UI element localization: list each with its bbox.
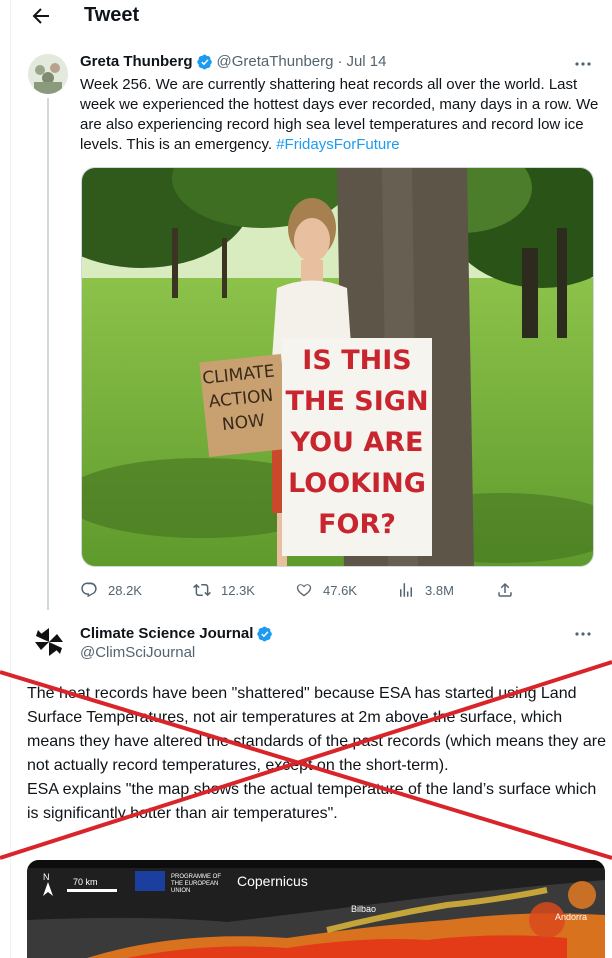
like-button[interactable]: 47.6K: [295, 580, 357, 600]
back-button[interactable]: [29, 4, 53, 28]
thread-line: [47, 98, 49, 610]
reply-button[interactable]: 28.2K: [80, 580, 142, 600]
verified-badge-icon: [257, 626, 273, 642]
sign-line: THE SIGN: [285, 386, 429, 417]
author-handle[interactable]: @ClimSciJournal: [80, 643, 195, 663]
more-options-button[interactable]: [573, 54, 593, 74]
author-name-row: Climate Science Journal: [80, 624, 277, 644]
avatar[interactable]: [31, 624, 67, 660]
small-sign-text: CLIMATE ACTION NOW: [196, 359, 285, 439]
like-count: 47.6K: [323, 582, 357, 598]
city-label-andorra: Andorra: [555, 912, 588, 922]
copernicus-logo-text: Copernicus: [237, 873, 308, 889]
views-count: 3.8M: [425, 582, 454, 598]
share-button[interactable]: [496, 580, 514, 600]
tweet-photo[interactable]: CLIMATE ACTION NOW IS THIS THE SIGN YOU …: [81, 167, 594, 567]
tweet-paragraph: The heat records have been "shattered" b…: [27, 685, 606, 774]
tweet-text: The heat records have been "shattered" b…: [27, 682, 607, 826]
reply-icon: [81, 582, 97, 598]
scale-bar: [67, 889, 117, 892]
eu-flag: [135, 871, 165, 891]
city-label-bilbao: Bilbao: [351, 904, 377, 914]
heart-icon: [296, 584, 312, 597]
views-button[interactable]: 3.8M: [397, 580, 454, 600]
reply-count: 28.2K: [108, 582, 142, 598]
more-options-button[interactable]: [573, 624, 593, 644]
tweet-actions: 28.2K 12.3K 47.6K 3.8M: [80, 580, 520, 600]
ellipsis-icon: [575, 632, 591, 636]
author-name[interactable]: Greta Thunberg: [80, 52, 193, 72]
sign-line: LOOKING: [288, 468, 426, 499]
ellipsis-icon: [575, 62, 591, 66]
header-bar: Tweet: [11, 0, 612, 32]
share-icon: [498, 582, 512, 597]
retweet-icon: [193, 583, 211, 597]
verified-badge-icon: [196, 54, 212, 70]
programme-label: PROGRAMME OF THE EUROPEAN UNION: [171, 874, 222, 894]
sign-line: YOU ARE: [290, 427, 424, 458]
author-handle[interactable]: @GretaThunberg: [217, 52, 334, 72]
author-name[interactable]: Climate Science Journal: [80, 624, 253, 644]
north-label: N: [43, 872, 50, 882]
large-sign-text: IS THIS THE SIGN YOU ARE LOOKING FOR?: [282, 340, 432, 545]
sign-line: FOR?: [318, 509, 396, 540]
tweet-text: Week 256. We are currently shattering he…: [80, 75, 600, 155]
scale-label: 70 km: [73, 877, 98, 887]
tweet-header: Greta Thunberg @GretaThunberg · Jul 14: [80, 52, 387, 72]
tweet-map-image[interactable]: N 70 km PROGRAMME OF THE EUROPEAN UNION …: [27, 860, 605, 958]
tweet-paragraph: ESA explains "the map shows the actual t…: [27, 781, 597, 822]
avatar[interactable]: [28, 54, 68, 94]
temperature-map: [27, 860, 605, 958]
sign-line: IS THIS: [302, 345, 412, 376]
arrow-left-icon: [32, 8, 49, 24]
tweet-page: Tweet Greta Thunberg @GretaThunberg · Ju…: [10, 0, 612, 958]
pinwheel-logo-icon: [31, 624, 67, 660]
page-title: Tweet: [84, 4, 140, 26]
retweet-count: 12.3K: [221, 582, 255, 598]
north-arrow-icon: [43, 882, 53, 896]
views-chart-icon: [400, 583, 412, 597]
hashtag-link[interactable]: #FridaysForFuture: [276, 136, 399, 153]
tweet-date[interactable]: Jul 14: [346, 52, 386, 72]
meta-separator: ·: [337, 53, 343, 70]
north-arrow: N: [43, 872, 50, 882]
retweet-button[interactable]: 12.3K: [193, 580, 255, 600]
